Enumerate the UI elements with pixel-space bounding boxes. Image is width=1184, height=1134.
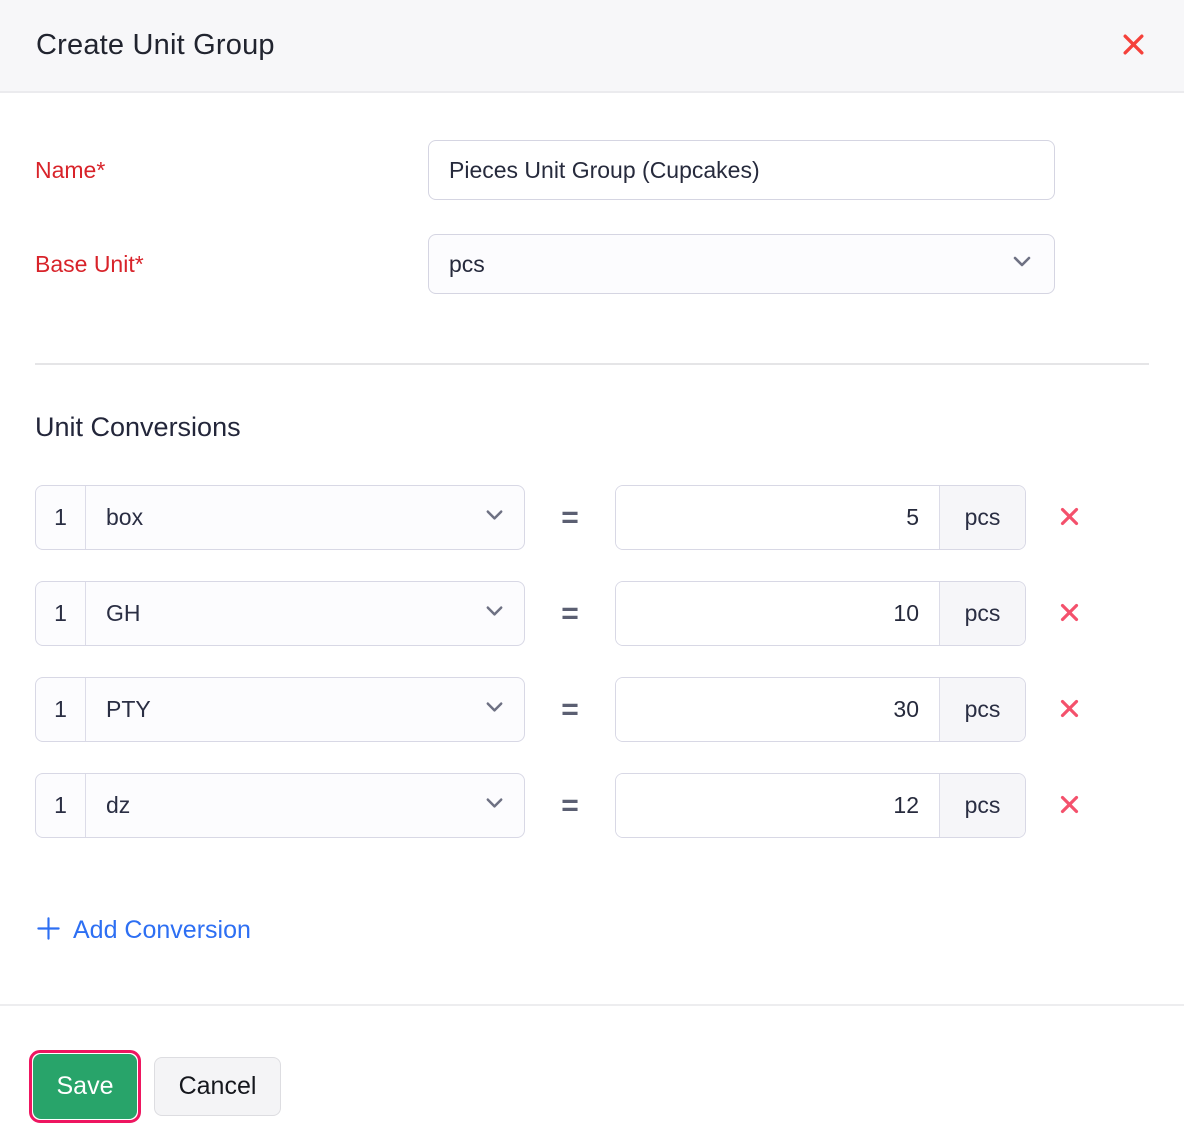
conversion-value-input[interactable] [616, 486, 939, 549]
unit-value: PTY [106, 696, 151, 723]
x-icon [1059, 794, 1080, 818]
chevron-down-icon [483, 695, 506, 724]
x-icon [1059, 506, 1080, 530]
conversion-value-group: pcs [615, 485, 1026, 550]
unit-quantity: 1 [36, 486, 86, 549]
chevron-down-icon [483, 791, 506, 820]
base-unit-suffix: pcs [939, 678, 1025, 741]
name-input[interactable] [428, 140, 1055, 200]
chevron-down-icon [483, 503, 506, 532]
conversion-value-input[interactable] [616, 582, 939, 645]
conversion-row: 1 PTY = pcs [35, 677, 1149, 742]
modal-body: Name* Base Unit* pcs Unit Conversions 1 [0, 140, 1184, 947]
cancel-button[interactable]: Cancel [154, 1057, 281, 1116]
unit-quantity: 1 [36, 774, 86, 837]
conversion-value-input[interactable] [616, 774, 939, 837]
unit-select[interactable]: 1 GH [35, 581, 525, 646]
section-divider [35, 363, 1149, 365]
base-unit-label: Base Unit* [35, 251, 428, 278]
add-conversion-label: Add Conversion [73, 916, 251, 945]
conversion-value-group: pcs [615, 581, 1026, 646]
chevron-down-icon [483, 599, 506, 628]
unit-quantity: 1 [36, 582, 86, 645]
equals-sign: = [525, 501, 615, 535]
modal-header: Create Unit Group [0, 0, 1184, 93]
close-button[interactable] [1121, 32, 1146, 60]
modal-footer: Save Cancel [0, 1006, 1184, 1123]
plus-icon [35, 915, 62, 945]
x-icon [1121, 32, 1146, 60]
unit-quantity: 1 [36, 678, 86, 741]
base-unit-value: pcs [449, 251, 485, 278]
modal-title: Create Unit Group [36, 29, 275, 62]
equals-sign: = [525, 789, 615, 823]
conversion-row: 1 dz = pcs [35, 773, 1149, 838]
delete-conversion-button[interactable] [1059, 506, 1080, 530]
base-unit-suffix: pcs [939, 774, 1025, 837]
save-button-highlight: Save [29, 1050, 141, 1123]
unit-value: box [106, 504, 143, 531]
conversion-rows: 1 box = pcs [35, 485, 1149, 838]
base-unit-suffix: pcs [939, 486, 1025, 549]
delete-conversion-button[interactable] [1059, 602, 1080, 626]
equals-sign: = [525, 693, 615, 727]
chevron-down-icon [1010, 249, 1034, 279]
conversion-value-group: pcs [615, 677, 1026, 742]
conversion-value-group: pcs [615, 773, 1026, 838]
add-conversion-button[interactable]: Add Conversion [35, 915, 251, 945]
delete-conversion-button[interactable] [1059, 794, 1080, 818]
base-unit-field-row: Base Unit* pcs [35, 234, 1149, 294]
name-label: Name* [35, 157, 428, 184]
unit-select[interactable]: 1 PTY [35, 677, 525, 742]
save-button[interactable]: Save [33, 1054, 137, 1119]
unit-select[interactable]: 1 box [35, 485, 525, 550]
conversion-row: 1 box = pcs [35, 485, 1149, 550]
name-field-row: Name* [35, 140, 1149, 200]
create-unit-group-modal: Create Unit Group Name* Base Unit* pcs [0, 0, 1184, 1134]
x-icon [1059, 698, 1080, 722]
unit-value: dz [106, 792, 130, 819]
base-unit-select[interactable]: pcs [428, 234, 1055, 294]
conversion-row: 1 GH = pcs [35, 581, 1149, 646]
unit-value: GH [106, 600, 141, 627]
unit-conversions-heading: Unit Conversions [35, 412, 1149, 443]
base-unit-suffix: pcs [939, 582, 1025, 645]
equals-sign: = [525, 597, 615, 631]
delete-conversion-button[interactable] [1059, 698, 1080, 722]
conversion-value-input[interactable] [616, 678, 939, 741]
x-icon [1059, 602, 1080, 626]
unit-select[interactable]: 1 dz [35, 773, 525, 838]
